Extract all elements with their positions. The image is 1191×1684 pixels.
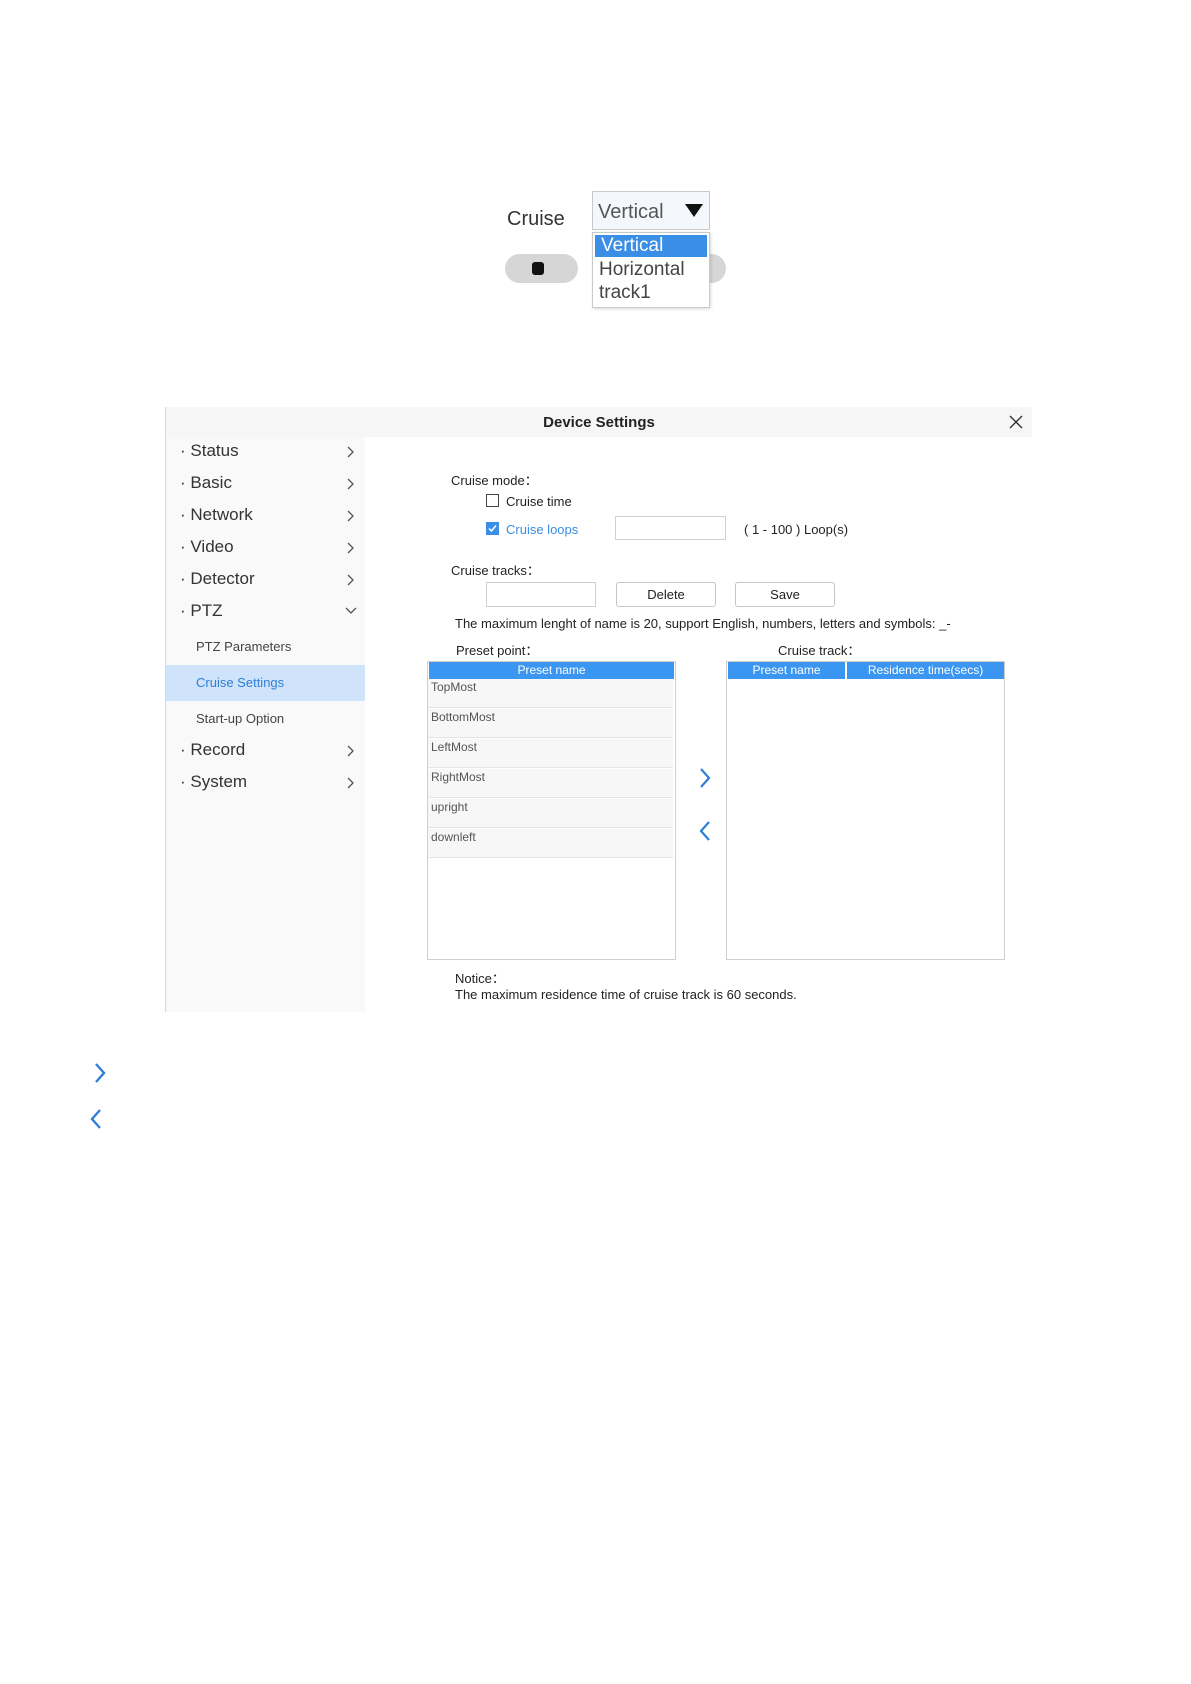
cruise-time-checkbox[interactable] [486, 494, 499, 507]
save-button[interactable]: Save [735, 582, 835, 607]
sidebar-item-label: · PTZ [180, 601, 223, 620]
select-value: Vertical [598, 201, 664, 223]
cruise-tracks-label: Cruise tracks： [451, 563, 540, 578]
window-title: Device Settings [543, 414, 655, 431]
table-row[interactable]: BottomMost [428, 709, 673, 738]
option-track1[interactable]: track1 [593, 282, 709, 304]
table-row[interactable]: RightMost [428, 769, 673, 798]
table-row[interactable]: TopMost [428, 679, 673, 708]
table-row[interactable]: downleft [428, 829, 673, 858]
sidebar-item-label: · Network [180, 505, 253, 524]
cruise-loops-input[interactable] [615, 516, 726, 540]
cruise-loops-label: Cruise loops [506, 522, 579, 537]
cruise-loops-checkbox[interactable] [486, 522, 499, 535]
cruise-track-table: Preset name Residence time(secs) [726, 661, 1005, 960]
sidebar-item-label: · Video [180, 537, 234, 556]
chevron-right-icon [347, 446, 354, 458]
track-name-hint: The maximum lenght of name is 20, suppor… [455, 616, 951, 631]
table-row[interactable]: upright [428, 799, 673, 828]
sidebar-subitem-startup-option[interactable]: Start-up Option [166, 701, 365, 737]
notice-label: Notice： [455, 971, 505, 986]
sidebar-subitem-ptz-parameters[interactable]: PTZ Parameters [166, 629, 365, 665]
option-horizontal[interactable]: Horizontal [593, 259, 709, 281]
cruise-label: Cruise [507, 208, 565, 230]
delete-button[interactable]: Delete [616, 582, 716, 607]
cruise-mode-options: Vertical Horizontal track1 [592, 232, 710, 308]
sidebar-item-label: · Record [180, 740, 246, 759]
sidebar-item-label: · Detector [180, 569, 255, 588]
chevron-right-icon [347, 478, 354, 490]
dropdown-arrow-icon [685, 204, 703, 217]
move-right-icon[interactable] [696, 766, 714, 790]
sidebar-item-label: · System [180, 772, 248, 791]
residence-time-header: Residence time(secs) [847, 662, 1004, 679]
chevron-right-icon [347, 745, 354, 757]
cruise-preset-name-header: Preset name [728, 662, 845, 679]
chevron-down-icon [345, 607, 357, 614]
chevron-right-icon [347, 777, 354, 789]
sidebar-item-label: · Basic [180, 473, 232, 492]
preset-point-label: Preset point： [456, 643, 539, 658]
chevron-right-icon [347, 574, 354, 586]
cruise-track-label: Cruise track： [778, 643, 861, 658]
move-left-icon[interactable] [696, 819, 714, 843]
preset-name-header: Preset name [429, 662, 674, 679]
sidebar-subitem-cruise-settings[interactable]: Cruise Settings [166, 665, 365, 701]
title-bar: Device Settings [166, 407, 1032, 437]
option-vertical[interactable]: Vertical [595, 235, 707, 257]
sidebar: · Status · Basic · Network · Video · Det… [166, 437, 365, 1012]
close-icon[interactable] [1006, 412, 1026, 432]
sidebar-item-label: · Status [180, 441, 239, 460]
chevron-right-icon [347, 542, 354, 554]
chevron-right-icon [347, 510, 354, 522]
cruise-mode-select[interactable]: Vertical [592, 191, 710, 230]
check-icon [488, 525, 497, 533]
loops-range-label: ( 1 - 100 ) Loop(s) [744, 522, 849, 537]
cruise-mode-label: Cruise mode： [451, 473, 538, 488]
table-row[interactable]: LeftMost [428, 739, 673, 768]
toggle-knob [532, 262, 544, 275]
notice-text: The maximum residence time of cruise tra… [455, 987, 797, 1002]
preset-point-table: Preset name TopMost BottomMost LeftMost … [427, 661, 676, 960]
chevron-right-icon [95, 1063, 106, 1083]
track-name-input[interactable] [486, 582, 596, 607]
cruise-time-label: Cruise time [506, 494, 572, 509]
chevron-left-icon [90, 1109, 101, 1129]
